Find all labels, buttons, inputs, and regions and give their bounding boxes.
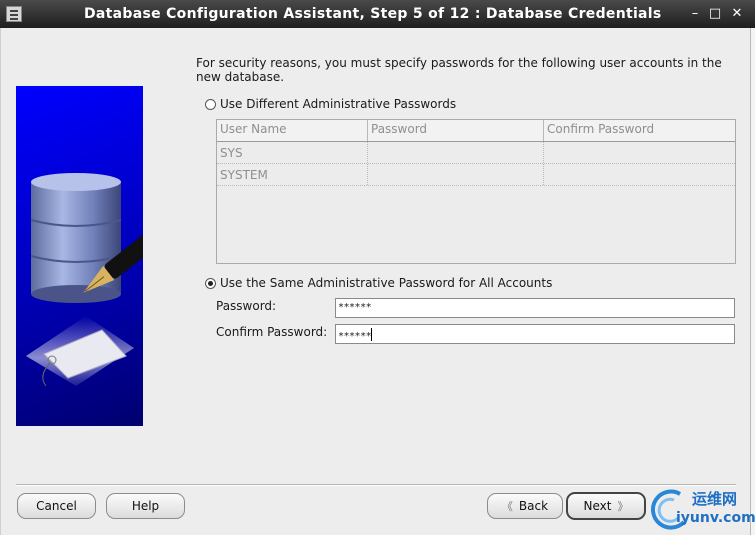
watermark-text-cn: 运维网 [692, 490, 738, 508]
chevron-left-icon: 《 [501, 500, 513, 513]
site-watermark: 运维网 iyunv.com [648, 488, 755, 532]
password-input[interactable]: ****** [335, 298, 735, 318]
database-illustration-icon [26, 173, 143, 387]
back-button-label: Back [518, 499, 549, 513]
table-cell-user: SYSTEM [217, 164, 368, 185]
dialog-body: For security reasons, you must specify p… [0, 28, 750, 535]
window-menu-icon[interactable] [6, 6, 22, 22]
help-button[interactable]: Help [106, 493, 185, 519]
table-cell-password [368, 164, 544, 185]
next-button-label: Next [583, 499, 612, 513]
radio-different-passwords[interactable] [205, 98, 216, 110]
next-button[interactable]: Next 》 [566, 492, 646, 520]
confirm-password-input[interactable]: ****** [335, 324, 735, 344]
window-titlebar[interactable]: Database Configuration Assistant, Step 5… [0, 0, 755, 28]
intro-text: For security reasons, you must specify p… [196, 56, 722, 84]
back-button[interactable]: 《 Back [487, 493, 563, 519]
option-same-password[interactable]: Use the Same Administrative Password for… [205, 276, 552, 290]
window-edge [750, 28, 755, 535]
chevron-right-icon: 》 [617, 500, 629, 513]
table-cell-confirm [544, 164, 735, 185]
table-cell-user: SYS [217, 142, 368, 163]
table-row: SYS [217, 142, 735, 164]
button-separator [16, 484, 736, 486]
column-header-confirm-password: Confirm Password [547, 122, 655, 136]
watermark-text-en: iyunv.com [676, 510, 755, 526]
cancel-button[interactable]: Cancel [17, 493, 96, 519]
option-different-passwords[interactable]: Use Different Administrative Passwords [205, 97, 456, 111]
database-pen-illustration [16, 86, 143, 426]
text-caret [371, 328, 373, 341]
option-same-password-label: Use the Same Administrative Password for… [220, 276, 553, 290]
table-header: User Name Password Confirm Password [217, 120, 735, 142]
help-button-label: Help [131, 499, 160, 513]
minimize-button[interactable]: – [687, 6, 703, 22]
option-different-passwords-label: Use Different Administrative Passwords [220, 97, 457, 111]
password-label: Password: [216, 299, 277, 313]
password-value: ****** [338, 302, 372, 313]
maximize-button[interactable]: □ [707, 6, 723, 22]
confirm-password-value: ****** [338, 331, 372, 342]
table-row: SYSTEM [217, 164, 735, 186]
close-button[interactable]: ✕ [729, 6, 745, 22]
column-header-user-name: User Name [217, 120, 368, 141]
table-cell-password [368, 142, 544, 163]
column-header-password: Password [368, 120, 544, 141]
window-title: Database Configuration Assistant, Step 5… [84, 6, 662, 22]
cancel-button-label: Cancel [36, 499, 77, 513]
radio-same-password[interactable] [205, 277, 216, 289]
confirm-password-label: Confirm Password: [216, 325, 328, 339]
table-cell-confirm [544, 142, 735, 163]
accounts-table: User Name Password Confirm Password SYS … [216, 119, 736, 264]
